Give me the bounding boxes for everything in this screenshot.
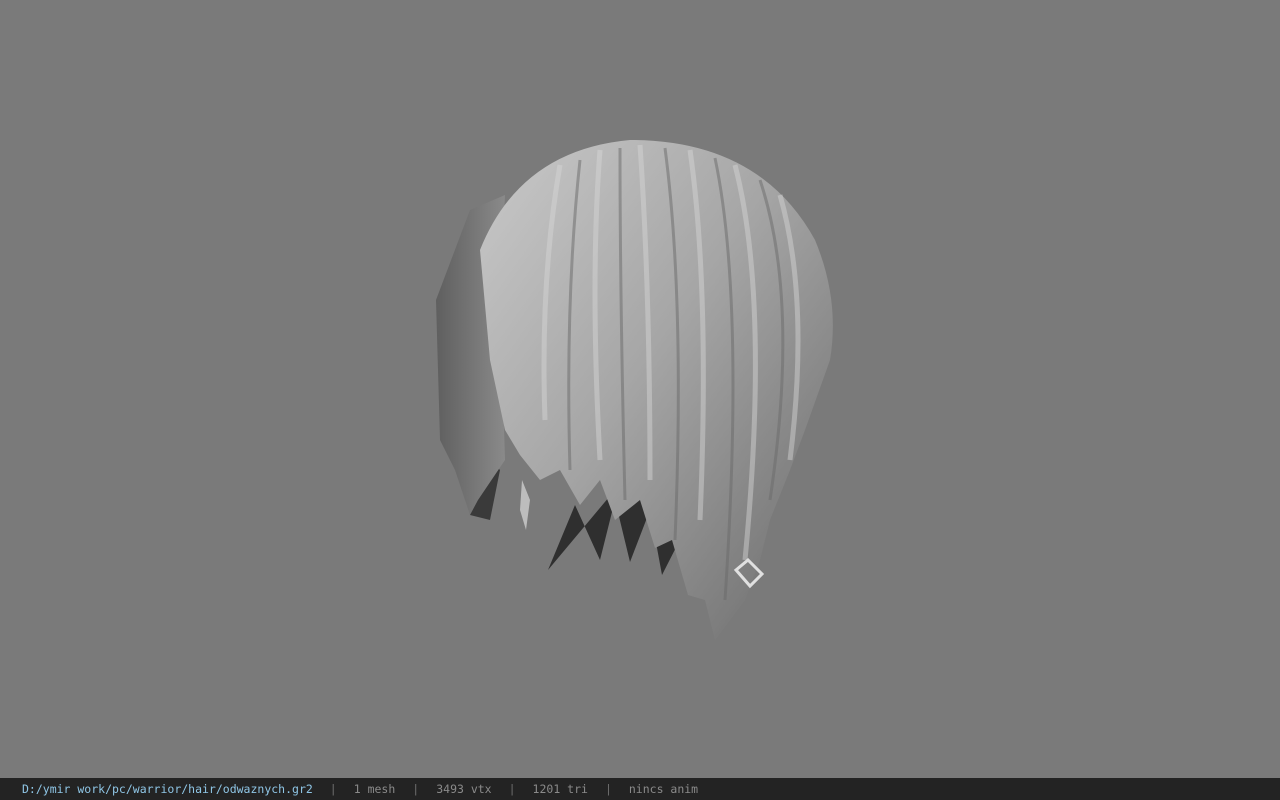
file-path: D:/ymir work/pc/warrior/hair/odwaznych.g…	[22, 782, 313, 796]
vertex-count: 3493 vtx	[436, 782, 492, 796]
3d-viewport[interactable]	[0, 0, 1280, 778]
hair-model-icon	[436, 140, 833, 640]
separator: |	[412, 782, 420, 796]
animation-status: nincs anim	[628, 782, 699, 796]
separator: |	[604, 782, 612, 796]
status-bar: D:/ymir work/pc/warrior/hair/odwaznych.g…	[0, 778, 1280, 800]
triangle-count: 1201 tri	[532, 782, 588, 796]
separator: |	[508, 782, 516, 796]
separator: |	[329, 782, 337, 796]
mesh-count: 1 mesh	[353, 782, 396, 796]
